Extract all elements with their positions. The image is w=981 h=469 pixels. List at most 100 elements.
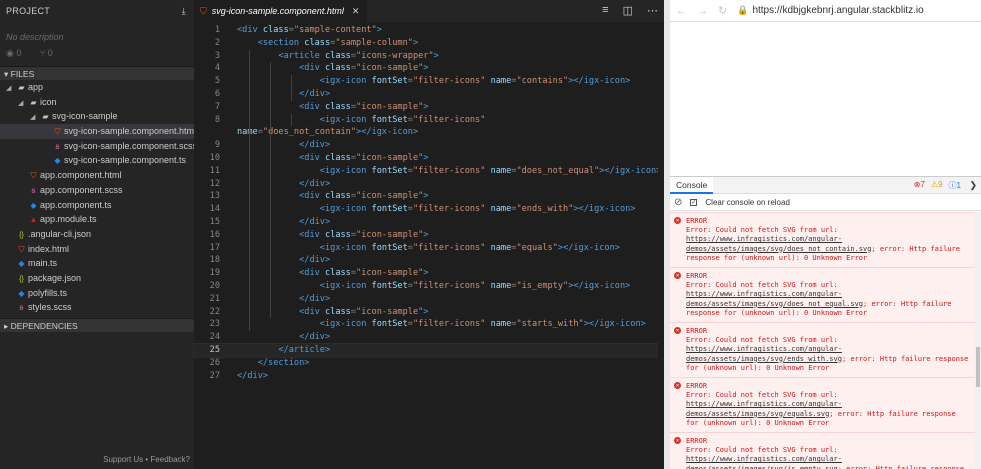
clear-on-reload-checkbox[interactable]: ✓ [690,198,698,206]
console-scrollbar[interactable] [975,212,981,469]
code-line[interactable]: 11 <igx-icon fontSet="filter-icons" name… [194,165,664,178]
error-body: Error: Could not fetch SVG from url: http… [686,446,971,469]
code-line[interactable]: 27 </div> [194,370,664,383]
code-line[interactable]: 5 <igx-icon fontSet="filter-icons" name=… [194,75,664,88]
code-token: class [324,191,351,202]
line-number: 1 [214,25,220,35]
error-url-link[interactable]: https://www.infragistics.com/angular-dem… [686,400,842,417]
file-tree-item[interactable]: ◢ ▰ icon [0,95,194,110]
file-tree-item[interactable]: ◆ polyfills.ts [0,286,194,301]
file-tree-item[interactable]: ꞩ svg-icon-sample.component.scss [0,139,194,154]
close-tab-icon[interactable]: ✕ [352,6,360,17]
code-token: <div [299,306,325,317]
code-line[interactable]: 7 <div class="icon-sample"> [194,101,664,114]
console-error-message[interactable]: ✕ ERROR Error: Could not fetch SVG from ur… [670,432,975,469]
url-text[interactable]: https://kdbjgkebnrj.angular.stackblitz.i… [752,5,923,16]
code-line[interactable]: 26 </section> [194,357,664,370]
file-tree-item[interactable]: ꞩ styles.scss [0,300,194,315]
error-url-link[interactable]: https://www.infragistics.com/angular-dem… [686,455,842,469]
chevron-down-icon[interactable]: ❯ [969,180,977,191]
code-line[interactable]: 2 <section class="sample-column"> [194,37,664,50]
file-tree-item[interactable]: ◆ app.component.ts [0,198,194,213]
console-error-message[interactable]: ✕ ERROR Error: Could not fetch SVG from ur… [670,212,975,268]
error-url-link[interactable]: https://www.infragistics.com/angular-dem… [686,290,863,307]
code-text: <div class="icon-sample"> [220,152,428,165]
more-icon[interactable]: ⋯ [647,4,658,17]
file-tree-item[interactable]: ꞩ app.component.scss [0,183,194,198]
project-stats: ◉ 0 ⑂ 0 [0,42,194,60]
file-tree-item[interactable]: ▲ app.module.ts [0,212,194,227]
file-tree-item[interactable]: ◆ svg-icon-sample.component.ts [0,153,194,168]
warning-count[interactable]: ⚠9 [931,180,943,191]
console-error-message[interactable]: ✕ ERROR Error: Could not fetch SVG from ur… [670,377,975,433]
code-line[interactable]: 3 <article class="icons-wrapper"> [194,50,664,63]
code-line[interactable]: 15 </div> [194,216,664,229]
code-line[interactable]: 25 </article> [193,342,665,358]
editor-tab[interactable]: ⛉ svg-icon-sample.component.html ✕ [194,0,368,22]
code-line[interactable]: 14 <igx-icon fontSet="filter-icons" name… [194,203,664,216]
code-line[interactable]: 17 <igx-icon fontSet="filter-icons" name… [194,242,664,255]
console-error-message[interactable]: ✕ ERROR Error: Could not fetch SVG from ur… [670,322,975,378]
file-tree-item[interactable]: {} package.json [0,271,194,286]
code-token: <igx-icon [319,165,372,176]
error-url-link[interactable]: https://www.infragistics.com/angular-dem… [686,235,871,252]
scrollbar-thumb[interactable] [976,347,980,387]
tab-console[interactable]: Console [670,176,714,194]
back-icon[interactable]: ← [676,5,687,17]
reload-icon[interactable]: ↻ [718,4,727,17]
info-count[interactable]: ⓘ1 [949,180,961,191]
file-tree-item[interactable]: ⛉ svg-icon-sample.component.html [0,124,194,139]
code-line[interactable]: 23 <igx-icon fontSet="filter-icons" name… [194,318,664,331]
file-tree-item[interactable]: ⛉ index.html [0,242,194,257]
console-error-message[interactable]: ✕ ERROR Error: Could not fetch SVG from ur… [670,267,975,323]
code-line[interactable]: name="does_not_contain"></igx-icon> [194,126,664,139]
code-line[interactable]: 19 <div class="icon-sample"> [194,267,664,280]
file-name: main.ts [28,258,58,269]
code-line[interactable]: 20 <igx-icon fontSet="filter-icons" name… [194,280,664,293]
code-line[interactable]: 13 <div class="icon-sample"> [194,190,664,203]
code-token: > [423,152,429,163]
clear-console-icon[interactable]: ⊘ [674,197,682,208]
code-token: </div> [299,293,331,304]
file-tree-item[interactable]: ⛉ app.component.html [0,168,194,183]
code-line[interactable]: 22 <div class="icon-sample"> [194,306,664,319]
code-line[interactable]: 6 </div> [194,88,664,101]
url-bar[interactable]: 🔒 https://kdbjgkebnrj.angular.stackblitz… [737,5,923,16]
likes-count[interactable]: ◉ 0 [6,48,29,58]
error-url-link[interactable]: https://www.infragistics.com/angular-dem… [686,345,842,362]
file-tree-item[interactable]: ◆ main.ts [0,256,194,271]
file-tree-item[interactable]: ◢ ▰ svg-icon-sample [0,109,194,124]
split-view-icon[interactable]: ◫ [623,4,633,17]
code-token: </div> [299,255,331,266]
code-line[interactable]: 4 <div class="icon-sample"> [194,62,664,75]
code-line[interactable]: 10 <div class="icon-sample"> [194,152,664,165]
code-line[interactable]: 16 <div class="icon-sample"> [194,229,664,242]
forward-icon[interactable]: → [697,5,708,17]
format-icon[interactable]: ≡ [602,4,608,17]
file-name: svg-icon-sample [52,111,118,122]
line-number: 8 [214,114,220,125]
support-footer[interactable]: Support Us • Feedback? [0,455,194,469]
forks-count[interactable]: ⑂ 0 [40,48,61,58]
code-line[interactable]: 12 </div> [194,178,664,191]
files-section-header[interactable]: ▾ FILES [0,66,194,80]
code-area[interactable]: 1 <div class="sample-content"> 2 <section … [193,22,665,383]
code-line[interactable]: 21 </div> [194,293,664,306]
dependencies-section-header[interactable]: ▸ DEPENDENCIES [0,318,194,332]
file-tree-item[interactable]: ◢ ▰ app [0,80,194,95]
download-icon[interactable]: ⤓ [182,6,186,17]
code-line[interactable]: 18 </div> [194,254,664,267]
project-description: No description [6,32,64,42]
code-line[interactable]: 1 <div class="sample-content"> [194,24,664,37]
code-line[interactable]: 8 <igx-icon fontSet="filter-icons" [194,114,664,127]
code-line[interactable]: 24 </div> [194,331,664,344]
error-count[interactable]: ⊗7 [914,180,925,191]
code-token: <div [237,25,263,35]
file-tree-item[interactable]: {} .angular-cli.json [0,227,194,242]
code-line[interactable]: 9 </div> [194,139,664,152]
line-number: 7 [214,101,220,112]
code-token: "icons-wrapper" [356,50,434,61]
